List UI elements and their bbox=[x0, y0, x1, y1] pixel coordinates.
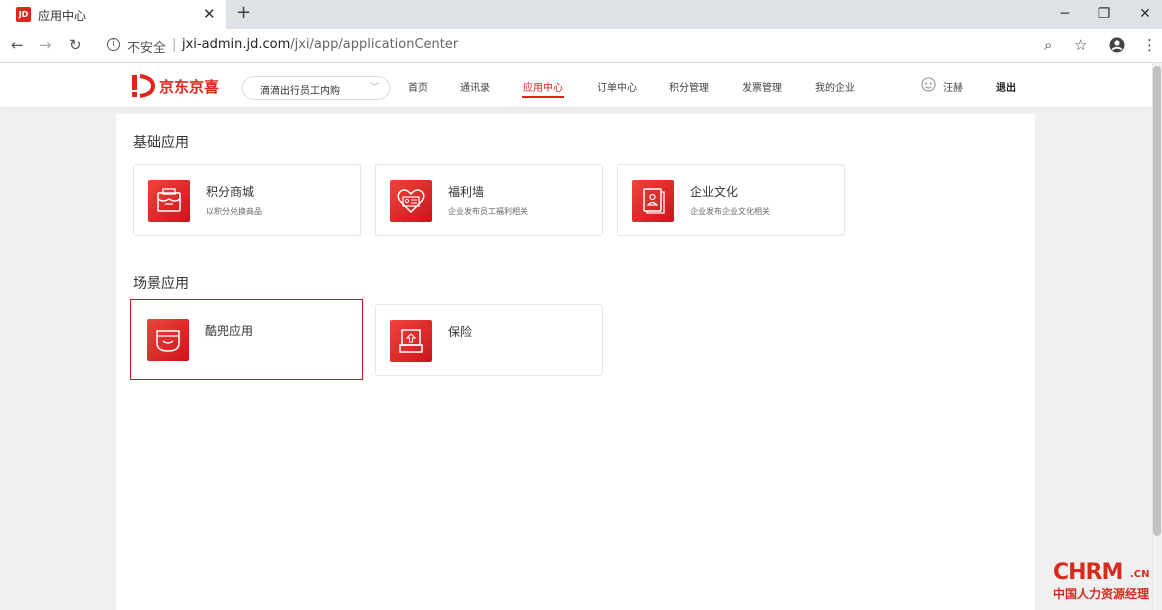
minimize-icon[interactable]: ─ bbox=[1055, 4, 1075, 24]
card-desc: 企业发布企业文化相关 bbox=[690, 207, 770, 216]
nav-active-underline bbox=[522, 96, 564, 98]
user-name[interactable]: 汪赫 bbox=[943, 79, 963, 94]
star-icon[interactable]: ☆ bbox=[1074, 36, 1087, 54]
nav-home[interactable]: 首页 bbox=[408, 79, 428, 94]
browser-tab[interactable]: JD 应用中心 ✕ bbox=[0, 0, 226, 29]
chevron-down-icon: ﹀ bbox=[369, 83, 379, 93]
close-icon[interactable]: ✕ bbox=[1135, 4, 1155, 24]
scroll-thumb[interactable] bbox=[1153, 66, 1161, 536]
card-title: 保险 bbox=[448, 325, 473, 339]
nav-points[interactable]: 积分管理 bbox=[669, 79, 709, 94]
book-icon bbox=[632, 180, 674, 222]
nav-contacts[interactable]: 通讯录 bbox=[460, 79, 490, 94]
app-card-corporate-culture[interactable]: 企业文化 企业发布企业文化相关 bbox=[617, 164, 845, 236]
nav-app-center[interactable]: 应用中心 bbox=[523, 79, 563, 94]
nav-my-company[interactable]: 我的企业 bbox=[815, 79, 855, 94]
heart-mail-icon bbox=[390, 180, 432, 222]
reload-icon[interactable]: ↻ bbox=[69, 36, 82, 54]
menu-icon[interactable]: ⋮ bbox=[1142, 36, 1157, 54]
info-icon[interactable]: i bbox=[107, 38, 120, 51]
url-path: /jxi/app/applicationCenter bbox=[290, 37, 459, 52]
nav-orders[interactable]: 订单中心 bbox=[597, 79, 637, 94]
logout-button[interactable]: 退出 bbox=[996, 79, 1016, 94]
section-title-basic: 基础应用 bbox=[133, 135, 189, 151]
card-title: 福利墙 bbox=[448, 185, 485, 199]
brand-name[interactable]: 京东京喜 bbox=[159, 76, 219, 97]
watermark-logo: CHRM bbox=[1053, 560, 1123, 585]
brand-logo-icon bbox=[132, 74, 155, 98]
back-arrow-icon[interactable]: ← bbox=[11, 36, 24, 54]
watermark-suffix: .CN bbox=[1130, 569, 1150, 580]
new-tab-icon[interactable]: + bbox=[236, 3, 251, 23]
watermark-subtitle: 中国人力资源经理 bbox=[1053, 587, 1150, 601]
app-card-insurance[interactable]: 保险 bbox=[375, 304, 603, 376]
url-separator: | bbox=[172, 37, 177, 52]
zoom-icon[interactable]: ⌕ bbox=[1044, 36, 1052, 54]
restore-icon[interactable]: ❐ bbox=[1094, 4, 1114, 24]
browser-tab-bar: JD 应用中心 ✕ + ─ ❐ ✕ bbox=[0, 0, 1162, 29]
card-title: 积分商城 bbox=[206, 185, 255, 199]
app-card-points-mall[interactable]: 积分商城 以积分兑换商品 bbox=[133, 164, 361, 236]
card-title: 企业文化 bbox=[690, 185, 739, 199]
address-bar: ← → ↻ i 不安全 | jxi-admin.jd.com/jxi/app/a… bbox=[0, 29, 1162, 63]
app-card-welfare-wall[interactable]: 福利墙 企业发布员工福利相关 bbox=[375, 164, 603, 236]
tab-title: 应用中心 bbox=[38, 9, 87, 23]
url-host: jxi-admin.jd.com bbox=[182, 37, 291, 52]
company-select[interactable]: 滴滴出行员工内购 ﹀ bbox=[242, 76, 390, 100]
nav-invoices[interactable]: 发票管理 bbox=[742, 79, 782, 94]
card-desc: 以积分兑换商品 bbox=[206, 207, 262, 216]
forward-arrow-icon[interactable]: → bbox=[39, 36, 52, 54]
url-field[interactable]: jxi-admin.jd.com/jxi/app/applicationCent… bbox=[182, 37, 458, 52]
section-title-scenario: 场景应用 bbox=[133, 276, 189, 292]
user-avatar-icon[interactable] bbox=[921, 77, 936, 92]
jd-favicon-icon: JD bbox=[16, 7, 31, 22]
tab-close-icon[interactable]: ✕ bbox=[203, 5, 216, 23]
selection-highlight bbox=[130, 299, 363, 380]
insurance-box-icon bbox=[390, 320, 432, 362]
insecure-label: 不安全 bbox=[127, 41, 167, 56]
shop-icon bbox=[148, 180, 190, 222]
company-select-value: 滴滴出行员工内购 bbox=[260, 86, 340, 97]
account-icon[interactable] bbox=[1109, 37, 1125, 53]
card-desc: 企业发布员工福利相关 bbox=[448, 207, 528, 216]
